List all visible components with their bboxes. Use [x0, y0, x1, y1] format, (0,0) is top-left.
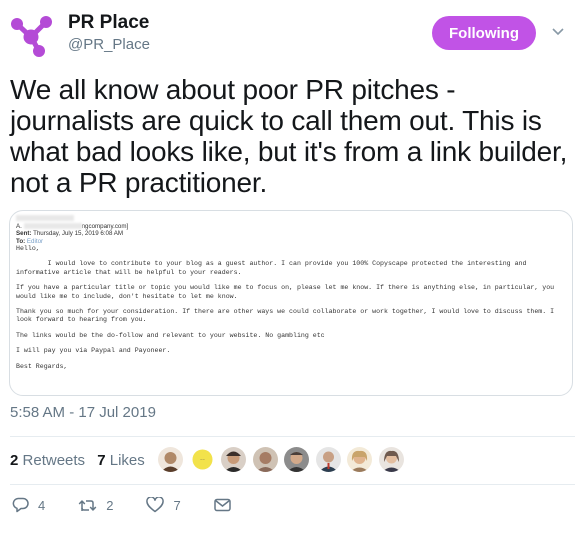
email-sent-label: Sent: — [16, 230, 32, 237]
retweets-label: Retweets — [22, 452, 86, 469]
avatar[interactable] — [377, 446, 405, 473]
avatar[interactable] — [220, 446, 247, 473]
email-to-value: Editor — [26, 237, 44, 245]
email-header: A. ngcompany.com] Sent: Thursday, July 1… — [16, 215, 568, 245]
email-paragraph-5: I will pay you via Paypal and Payoneer. — [16, 347, 171, 355]
email-address-fragment: ngcompany.com] — [81, 222, 129, 230]
engagement-stats: 2 Retweets 7 Likes — [10, 452, 153, 469]
reply-icon — [12, 497, 29, 513]
email-greeting: Hello, — [16, 245, 40, 252]
avatar[interactable] — [346, 446, 373, 473]
email-sent-value: Thursday, July 15, 2019 6:08 AM — [33, 230, 124, 237]
email-screenshot: A. ngcompany.com] Sent: Thursday, July 1… — [16, 215, 568, 371]
direct-message-action[interactable] — [213, 498, 240, 512]
avatar[interactable] — [314, 446, 342, 473]
message-icon — [213, 498, 231, 512]
likes-label: Likes — [109, 452, 145, 469]
divider — [10, 484, 575, 485]
likes-stat[interactable]: 7 Likes — [97, 452, 145, 469]
likes-count: 7 — [97, 452, 106, 469]
retweets-stat[interactable]: 2 Retweets — [10, 452, 85, 469]
redacted-address — [23, 222, 82, 229]
redacted-sender — [16, 215, 74, 222]
user-handle[interactable]: @PR_Place — [68, 36, 150, 53]
following-button[interactable]: Following — [432, 16, 536, 50]
avatar[interactable] — [157, 446, 184, 473]
email-paragraph-4: The links would be the do-follow and rel… — [16, 331, 325, 339]
email-paragraph-1: I would love to contribute to your blog … — [16, 260, 527, 276]
like-action[interactable]: 7 — [146, 497, 181, 513]
divider — [10, 436, 575, 437]
chevron-down-icon[interactable] — [551, 24, 565, 38]
tweet-header: PR Place @PR_Place Following — [0, 0, 585, 70]
logo-icon[interactable] — [9, 14, 53, 58]
svg-text:~~: ~~ — [200, 457, 205, 462]
reply-action[interactable]: 4 — [12, 497, 45, 513]
heart-icon — [146, 497, 165, 513]
tweet-timestamp[interactable]: 5:58 AM - 17 Jul 2019 — [10, 404, 156, 421]
email-to-label: To: — [16, 237, 26, 245]
retweet-count: 2 — [106, 497, 114, 513]
like-count: 7 — [173, 497, 181, 513]
email-from: A. — [16, 222, 22, 230]
avatar[interactable] — [251, 446, 279, 473]
liker-avatars: ~~ — [157, 446, 409, 474]
avatar[interactable] — [283, 446, 310, 473]
retweet-action[interactable]: 2 — [78, 498, 113, 513]
email-paragraph-2: If you have a particular title or topic … — [16, 284, 555, 300]
tweet-actions: 4 2 7 — [12, 497, 273, 513]
retweet-icon — [78, 499, 97, 511]
retweets-count: 2 — [10, 452, 19, 469]
avatar[interactable]: ~~ — [188, 446, 216, 473]
display-name[interactable]: PR Place — [68, 12, 149, 34]
tweet-text: We all know about poor PR pitches - jour… — [10, 74, 568, 198]
tweet-media-image[interactable]: A. ngcompany.com] Sent: Thursday, July 1… — [9, 210, 573, 396]
email-signoff: Best Regards, — [16, 362, 68, 370]
email-paragraph-3: Thank you so much for your consideration… — [16, 308, 555, 324]
reply-count: 4 — [38, 497, 46, 513]
